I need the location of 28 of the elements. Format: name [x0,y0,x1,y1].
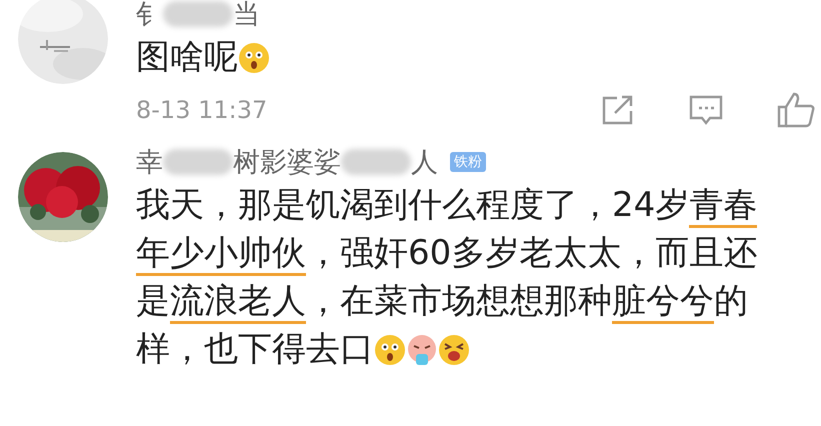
username[interactable]: 当 [233,0,260,28]
username[interactable]: 幸 [136,148,163,176]
vomiting-emoji-icon [406,334,438,366]
comment-text: 青春 [689,184,758,228]
shocked-emoji-icon [374,334,406,366]
crying-emoji-icon [438,334,470,366]
comment-text: ，强奸60多岁老太太，而且还 [306,232,758,274]
like-icon[interactable] [777,92,815,128]
comment-text: 的 [714,280,748,322]
shocked-emoji-icon [238,42,270,74]
blurred-username [341,149,411,175]
username[interactable]: 树影婆娑 [233,148,341,176]
fan-badge: 铁粉 [450,152,486,172]
comment-text: 图啥呢 [136,36,238,78]
blurred-username [163,149,233,175]
comment-text: ，在菜市场想想那种 [306,280,612,322]
username[interactable]: 钅 [136,0,163,28]
share-icon[interactable] [601,94,635,126]
comment-text: 我天，那是饥渴到什么程度了，24岁 [136,184,690,226]
comment-icon[interactable] [689,94,723,126]
comment-text: 年少小帅伙 [136,232,306,276]
comment-text: 脏兮兮 [612,280,714,324]
comment-text: 流浪老人 [170,280,306,324]
timestamp: 8-13 11:37 [136,95,268,126]
comment-text: 样，也下得去口 [136,328,374,370]
blurred-username [163,1,233,27]
comment-text: 是 [136,280,170,322]
username[interactable]: 人 [411,148,438,176]
